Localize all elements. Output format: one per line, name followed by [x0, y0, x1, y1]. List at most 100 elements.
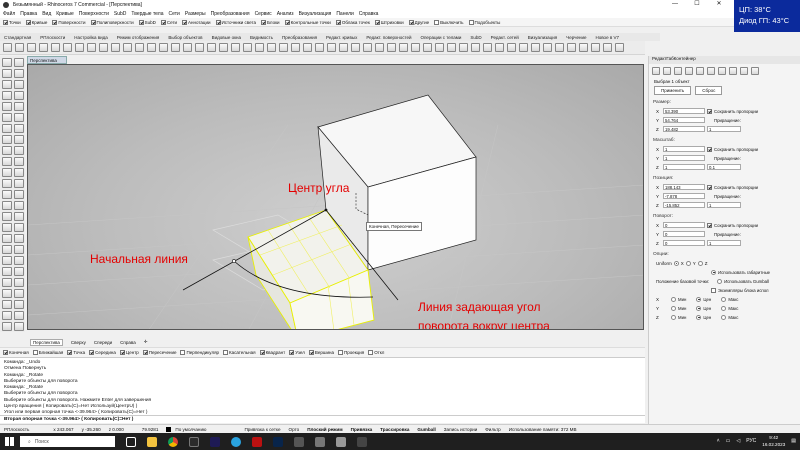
osnap-checkbox[interactable]	[289, 350, 295, 355]
minimize-icon[interactable]: —	[664, 0, 686, 9]
toolbar-tab[interactable]: Операции с телами	[421, 35, 462, 40]
osnap-checkbox[interactable]	[119, 350, 125, 355]
use-bbox-radio[interactable]	[711, 269, 716, 275]
osnap-item[interactable]: Точка	[67, 350, 85, 355]
status-filter[interactable]: Фильтр	[481, 427, 504, 432]
tool-icon[interactable]	[14, 245, 24, 254]
osnap-checkbox[interactable]	[223, 350, 229, 355]
tool-icon[interactable]	[14, 146, 24, 155]
menu-item[interactable]: Сервис	[255, 11, 272, 17]
base-max-radio[interactable]	[721, 314, 727, 320]
filter-item[interactable]: Блоки	[260, 19, 280, 25]
tool-icon[interactable]	[2, 234, 12, 243]
base-min-radio[interactable]	[671, 314, 676, 320]
status-gumball[interactable]: Gumball	[413, 427, 439, 432]
tool-icon[interactable]	[435, 43, 444, 52]
uniform-z-radio[interactable]	[697, 260, 703, 266]
tool-icon[interactable]	[567, 43, 576, 52]
tool-icon[interactable]	[14, 135, 24, 144]
toolbar-tab[interactable]: Настройка вида	[74, 35, 107, 40]
tool-icon[interactable]	[147, 43, 156, 52]
tool-icon[interactable]	[255, 43, 264, 52]
size-z-input[interactable]: 19.482	[663, 126, 705, 132]
tool-icon[interactable]	[543, 43, 552, 52]
keep-ratio-checkbox[interactable]	[707, 108, 712, 114]
tool-icon[interactable]	[2, 300, 12, 309]
filter-item[interactable]: Выключить	[434, 19, 464, 25]
filter-checkbox[interactable]	[408, 19, 414, 25]
photoshop-icon[interactable]	[273, 436, 283, 447]
tool-icon[interactable]	[2, 91, 12, 100]
layers-icon[interactable]	[663, 67, 671, 75]
tool-icon[interactable]	[171, 43, 180, 52]
menu-item[interactable]: Панели	[336, 11, 353, 17]
tool-icon[interactable]	[14, 80, 24, 89]
properties-icon[interactable]	[652, 67, 660, 75]
tool-icon[interactable]	[2, 212, 12, 221]
status-layer[interactable]: По умолчанию	[171, 427, 210, 432]
filter-checkbox[interactable]	[90, 19, 96, 25]
filter-item[interactable]: Источники света	[215, 19, 256, 25]
apply-button[interactable]: Применить	[654, 86, 692, 95]
tool-icon[interactable]	[2, 179, 12, 188]
filter-checkbox[interactable]	[25, 19, 31, 25]
tool-icon[interactable]	[75, 43, 84, 52]
tool-icon[interactable]	[327, 43, 336, 52]
rotation-increment-input[interactable]: 1	[707, 240, 741, 246]
tool-icon[interactable]	[207, 43, 216, 52]
filter-checkbox[interactable]	[138, 19, 144, 25]
tool-icon[interactable]	[2, 245, 12, 254]
toolbar-tab[interactable]: Режим отображения	[117, 35, 160, 40]
rhino-icon[interactable]	[294, 436, 304, 447]
toolbar-tab[interactable]: Редакт. поверхностей	[366, 35, 411, 40]
tool-icon[interactable]	[87, 43, 96, 52]
osnap-checkbox[interactable]	[89, 350, 95, 355]
tool-icon[interactable]	[14, 124, 24, 133]
filter-checkbox[interactable]	[335, 19, 341, 25]
tool-icon[interactable]	[39, 43, 48, 52]
tool-icon[interactable]	[279, 43, 288, 52]
tool-icon[interactable]	[14, 102, 24, 111]
windows-start-icon[interactable]	[5, 437, 14, 446]
status-grid-snap[interactable]: Привязка к сетке	[240, 427, 284, 432]
menu-item[interactable]: Поверхности	[79, 11, 109, 17]
tool-icon[interactable]	[183, 43, 192, 52]
menu-item[interactable]: Справка	[359, 11, 379, 17]
uniform-x-radio[interactable]	[673, 260, 679, 266]
osnap-item[interactable]: Проекция	[337, 350, 364, 355]
tool-icon[interactable]	[14, 168, 24, 177]
tool-icon[interactable]	[291, 43, 300, 52]
tool-icon[interactable]	[2, 201, 12, 210]
menu-item[interactable]: SubD	[114, 11, 127, 17]
menu-item[interactable]: Сети	[169, 11, 180, 17]
osnap-checkbox[interactable]	[32, 350, 38, 355]
tool-icon[interactable]	[2, 102, 12, 111]
base-max-radio[interactable]	[721, 305, 727, 311]
toolbar-tab[interactable]: Видовые окна	[212, 35, 241, 40]
tool-icon[interactable]	[123, 43, 132, 52]
tool-icon[interactable]	[387, 43, 396, 52]
tool-icon[interactable]	[63, 43, 72, 52]
app2-icon[interactable]	[357, 436, 367, 447]
osnap-item[interactable]: Вершина	[308, 350, 334, 355]
help-icon[interactable]	[718, 67, 726, 75]
osnap-item[interactable]: Середина	[89, 350, 116, 355]
keep-ratio-checkbox[interactable]	[707, 146, 712, 152]
tool-icon[interactable]	[14, 58, 24, 67]
tool-icon[interactable]	[315, 43, 324, 52]
tool-icon[interactable]	[351, 43, 360, 52]
position-increment-input[interactable]: 1	[707, 202, 741, 208]
app-64-icon[interactable]	[252, 436, 262, 447]
osnap-checkbox[interactable]	[368, 350, 374, 355]
menu-item[interactable]: Правка	[20, 11, 37, 17]
filter-checkbox[interactable]	[160, 19, 166, 25]
telegram-icon[interactable]	[231, 436, 241, 447]
tool-icon[interactable]	[339, 43, 348, 52]
taskbar-search[interactable]: ⌕ Поиск	[20, 436, 115, 447]
tool-icon[interactable]	[2, 135, 12, 144]
tool-icon[interactable]	[14, 157, 24, 166]
tool-icon[interactable]	[2, 223, 12, 232]
unity-icon[interactable]	[336, 436, 346, 447]
filter-item[interactable]: Точки	[3, 19, 21, 25]
filter-item[interactable]: Контрольные точки	[284, 19, 331, 25]
